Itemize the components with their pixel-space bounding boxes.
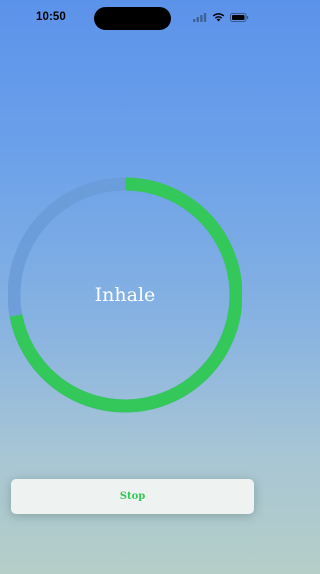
dynamic-island xyxy=(94,7,171,30)
battery-icon xyxy=(230,12,249,22)
phase-label: Inhale xyxy=(94,284,156,306)
breathing-ring: Inhale xyxy=(8,171,242,419)
status-icons xyxy=(193,12,249,22)
status-bar: 10:50 xyxy=(0,0,265,36)
wifi-icon xyxy=(212,12,225,22)
signal-icon xyxy=(193,12,207,22)
stop-button-label: Stop xyxy=(119,491,146,502)
status-time: 10:50 xyxy=(36,11,66,23)
stop-button[interactable]: Stop xyxy=(11,479,254,514)
